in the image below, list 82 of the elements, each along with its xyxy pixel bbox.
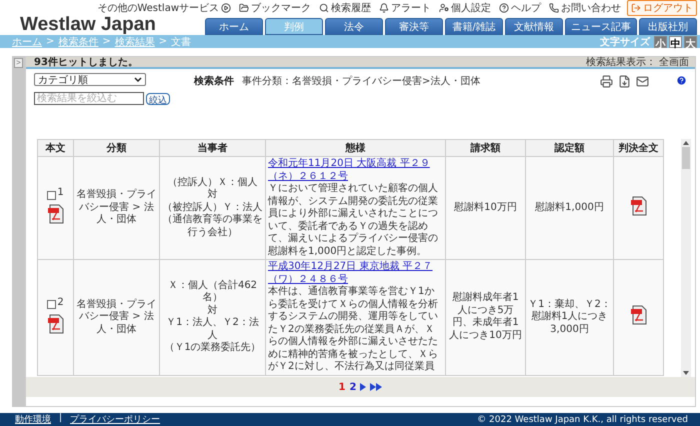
- font-size-label: 文字サイズ: [600, 35, 650, 48]
- scroll-down-icon[interactable]: [683, 371, 689, 375]
- breadcrumb-separator: >: [158, 36, 168, 47]
- scroll-up-icon[interactable]: [683, 141, 689, 145]
- table-cell-text: Ｙ1：法人、Ｙ2：法人: [165, 317, 260, 342]
- case-link[interactable]: 令和元年11月20日 大阪高裁 平２９（ネ）２６１２号: [268, 158, 443, 183]
- table-cell: 慰謝料成年者1人につき5万円、未成年者1人につき10万円: [448, 292, 523, 342]
- table-cell: （通信教育等の事業を行う会社）: [162, 214, 263, 240]
- copyright: © 2022 Westlaw Japan K.K., all rights reserved: [477, 414, 688, 424]
- condition-text: 事件分類：名誉毀損・プライバシー侵害>法人・団体: [242, 74, 480, 89]
- print-icon[interactable]: [600, 75, 613, 88]
- column-header: 請求額: [446, 140, 526, 156]
- nav-tab[interactable]: 法令: [325, 18, 383, 35]
- case-summary: Ｙにおいて管理されていた顧客の個人情報が、システム開発の委託先の従業員により外部に漏えいされたことについて、委託者であるＹの過失を認めて、漏えいによるプライバシー侵害の慰謝料を1,000円と認定した事例。: [268, 183, 439, 258]
- column-header: 認定額: [526, 140, 614, 156]
- download-icon[interactable]: [618, 75, 631, 88]
- table-cell-text: （被控訴人）Ｙ：法人: [162, 202, 263, 214]
- caret-icon: [134, 76, 142, 82]
- next-page-icon[interactable]: [360, 383, 366, 391]
- font-size-button[interactable]: 小: [654, 36, 667, 48]
- column-header: 判決全文: [614, 140, 664, 156]
- utility-link[interactable]: アラート: [377, 0, 433, 14]
- table-cell-text: （Ｙ1の業務委託先）: [163, 342, 262, 355]
- table-cell-text: （控訴人）Ｘ：個人: [166, 176, 258, 188]
- nav-tab[interactable]: 文献情報: [505, 18, 563, 35]
- breadcrumb-separator: >: [102, 36, 111, 47]
- row-number: 2: [57, 296, 64, 309]
- page-link[interactable]: 2: [350, 382, 356, 392]
- case-link[interactable]: 平成30年12月27日 東京地裁 平２７（ワ）２４８６号: [268, 261, 443, 286]
- column-header: 当事者: [160, 140, 266, 156]
- table-cell-text: 対: [206, 189, 218, 202]
- font-size-button[interactable]: 中: [669, 36, 682, 48]
- utility-link[interactable]: その他のWestlawサービス: [95, 0, 233, 14]
- hit-count: 93件ヒットしました。: [34, 56, 138, 69]
- footer-separator: |: [59, 413, 62, 425]
- breadcrumb-text: 文書: [171, 36, 192, 48]
- footer-link[interactable]: プライバシーポリシー: [70, 413, 160, 426]
- table-cell-text: 対: [206, 304, 218, 317]
- page-link[interactable]: 1: [338, 382, 346, 392]
- column-header: 態様: [266, 140, 446, 156]
- table-cell: 名誉毀損・プライバシー侵害 > 法人・団体: [76, 298, 157, 336]
- row-number: 1: [57, 187, 64, 200]
- table-cell-text: 慰謝料10万円: [453, 202, 518, 214]
- display-mode: 検索結果表示： 全画面: [586, 56, 689, 69]
- table-cell: 名誉毀損・プライバシー侵害 > 法人・団体: [76, 189, 157, 227]
- pdf-icon[interactable]: [48, 314, 64, 334]
- sort-select[interactable]: カテゴリ順: [34, 73, 146, 86]
- help-icon[interactable]: [676, 75, 687, 86]
- play-icon: [221, 2, 231, 12]
- column-header: 分類: [74, 140, 160, 156]
- utility-link[interactable]: 検索履歴: [317, 0, 373, 14]
- table-cell: Ｙ1：棄却、Ｙ2：慰謝料1人につき3,000円: [528, 298, 611, 336]
- column-header: 本文: [38, 140, 74, 156]
- utility-link[interactable]: 個人設定: [437, 0, 493, 14]
- nav-tab[interactable]: 書籍/雑誌: [445, 18, 503, 35]
- mail-icon[interactable]: [636, 75, 649, 88]
- row-checkbox[interactable]: [47, 300, 56, 309]
- utility-link[interactable]: ヘルプ: [497, 0, 543, 14]
- breadcrumb-separator: >: [46, 36, 54, 47]
- table-cell-text: 慰謝料1,000円: [534, 202, 605, 214]
- nav-tab[interactable]: ニュース記事: [565, 18, 637, 35]
- nav-tab[interactable]: 審決等: [385, 18, 443, 35]
- nav-tab[interactable]: ホーム: [205, 18, 263, 35]
- pdf-icon[interactable]: [48, 204, 64, 224]
- table-cell-text: Ｘ：個人（合計462名）: [166, 280, 258, 304]
- case-summary: 本件は、通信教育事業等を営むＹ1から委託を受けてＸらの個人情報を分析するシステムの開発、運用等をしていたＹ2の業務委託先の従業員Ａが、Ｘらの個人情報を外部に漏えいさせたために精神的苦痛を被ったとして、ＸらがＹ2に対し、不法行為又は同従業員: [268, 286, 439, 374]
- pdf-icon[interactable]: [630, 305, 646, 325]
- logo: Westlaw Japan: [20, 15, 156, 35]
- footer-link[interactable]: 動作環境: [15, 413, 51, 426]
- font-size-button[interactable]: 大: [684, 36, 697, 48]
- scrollbar[interactable]: [681, 139, 691, 377]
- last-page-icon[interactable]: [370, 383, 382, 391]
- utility-link[interactable]: お問い合わせ: [547, 0, 623, 14]
- sidebar-toggle[interactable]: >: [14, 58, 23, 68]
- nav-tab[interactable]: 出版社別: [639, 18, 697, 35]
- utility-link[interactable]: ブックマーク: [237, 0, 313, 14]
- filter-button[interactable]: 絞込: [146, 92, 170, 104]
- logout-button[interactable]: ログアウト: [627, 0, 697, 16]
- scrollbar-thumb[interactable]: [682, 147, 690, 169]
- condition-label: 検索条件: [194, 74, 234, 89]
- row-checkbox[interactable]: [47, 190, 56, 200]
- pdf-icon[interactable]: [630, 196, 646, 216]
